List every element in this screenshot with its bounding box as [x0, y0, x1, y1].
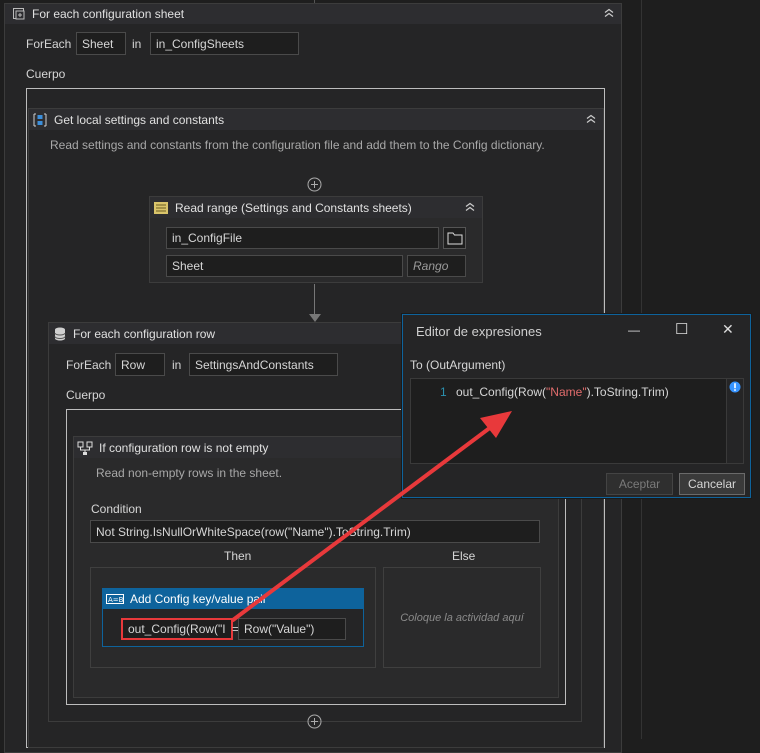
- annotation-arrow: [231, 411, 512, 622]
